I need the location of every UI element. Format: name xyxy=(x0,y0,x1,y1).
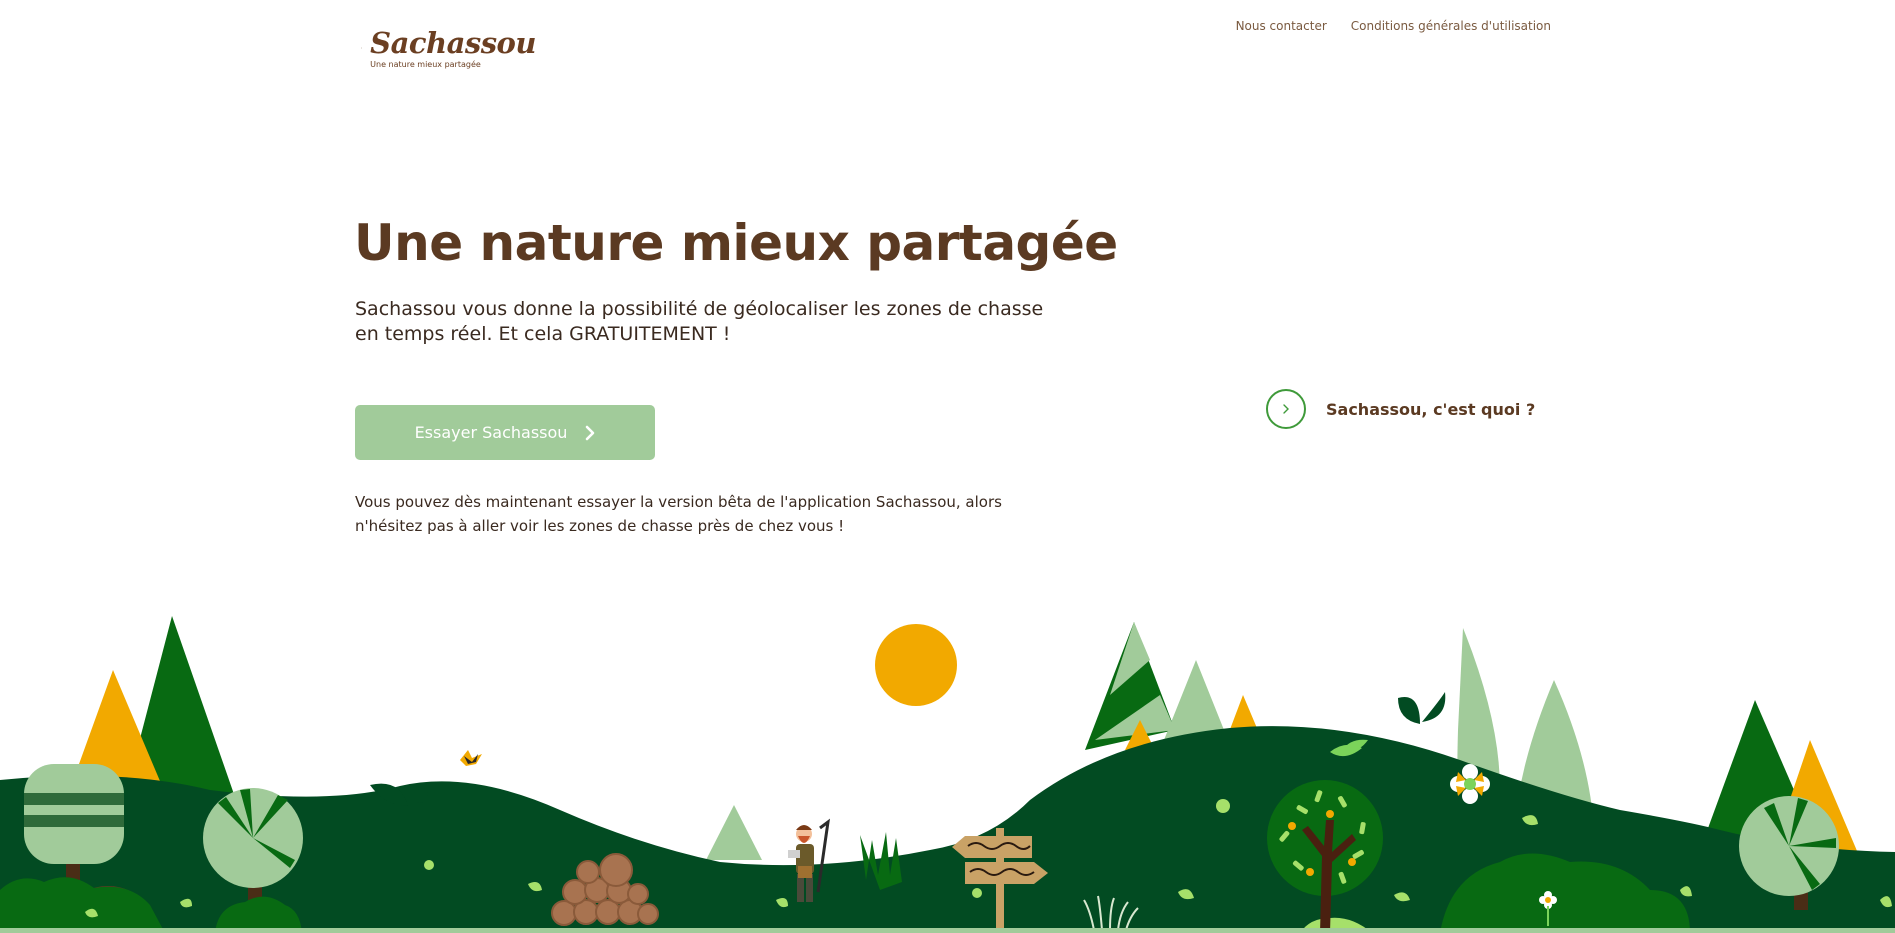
nav-contact-link[interactable]: Nous contacter xyxy=(1236,19,1327,33)
hero-title: Une nature mieux partagée xyxy=(354,214,1118,272)
deer-logo-icon xyxy=(361,47,363,49)
try-sachassou-label: Essayer Sachassou xyxy=(414,423,568,442)
what-is-sachassou-label: Sachassou, c'est quoi ? xyxy=(1326,399,1536,419)
try-sachassou-button[interactable]: Essayer Sachassou xyxy=(355,405,655,460)
nav-terms-link[interactable]: Conditions générales d'utilisation xyxy=(1351,19,1551,33)
logo[interactable]: Sachassou Une nature mieux partagée xyxy=(361,20,536,76)
logo-tagline: Une nature mieux partagée xyxy=(370,59,481,69)
hero-lead: Sachassou vous donne la possibilité de g… xyxy=(355,298,1044,345)
top-navigation: Nous contacter Conditions générales d'ut… xyxy=(1236,19,1551,33)
what-is-sachassou-link[interactable]: Sachassou, c'est quoi ? xyxy=(1266,389,1535,429)
beta-note: Vous pouvez dès maintenant essayer la ve… xyxy=(355,493,1002,535)
ground-strip xyxy=(0,928,1895,933)
what-circle xyxy=(1266,389,1306,429)
logo-name: Sachassou xyxy=(370,25,536,60)
nature-illustration xyxy=(0,616,1895,933)
chevron-right-icon xyxy=(1283,404,1289,414)
bird xyxy=(460,750,482,766)
sun xyxy=(875,624,957,706)
chevron-right-icon xyxy=(586,425,595,440)
